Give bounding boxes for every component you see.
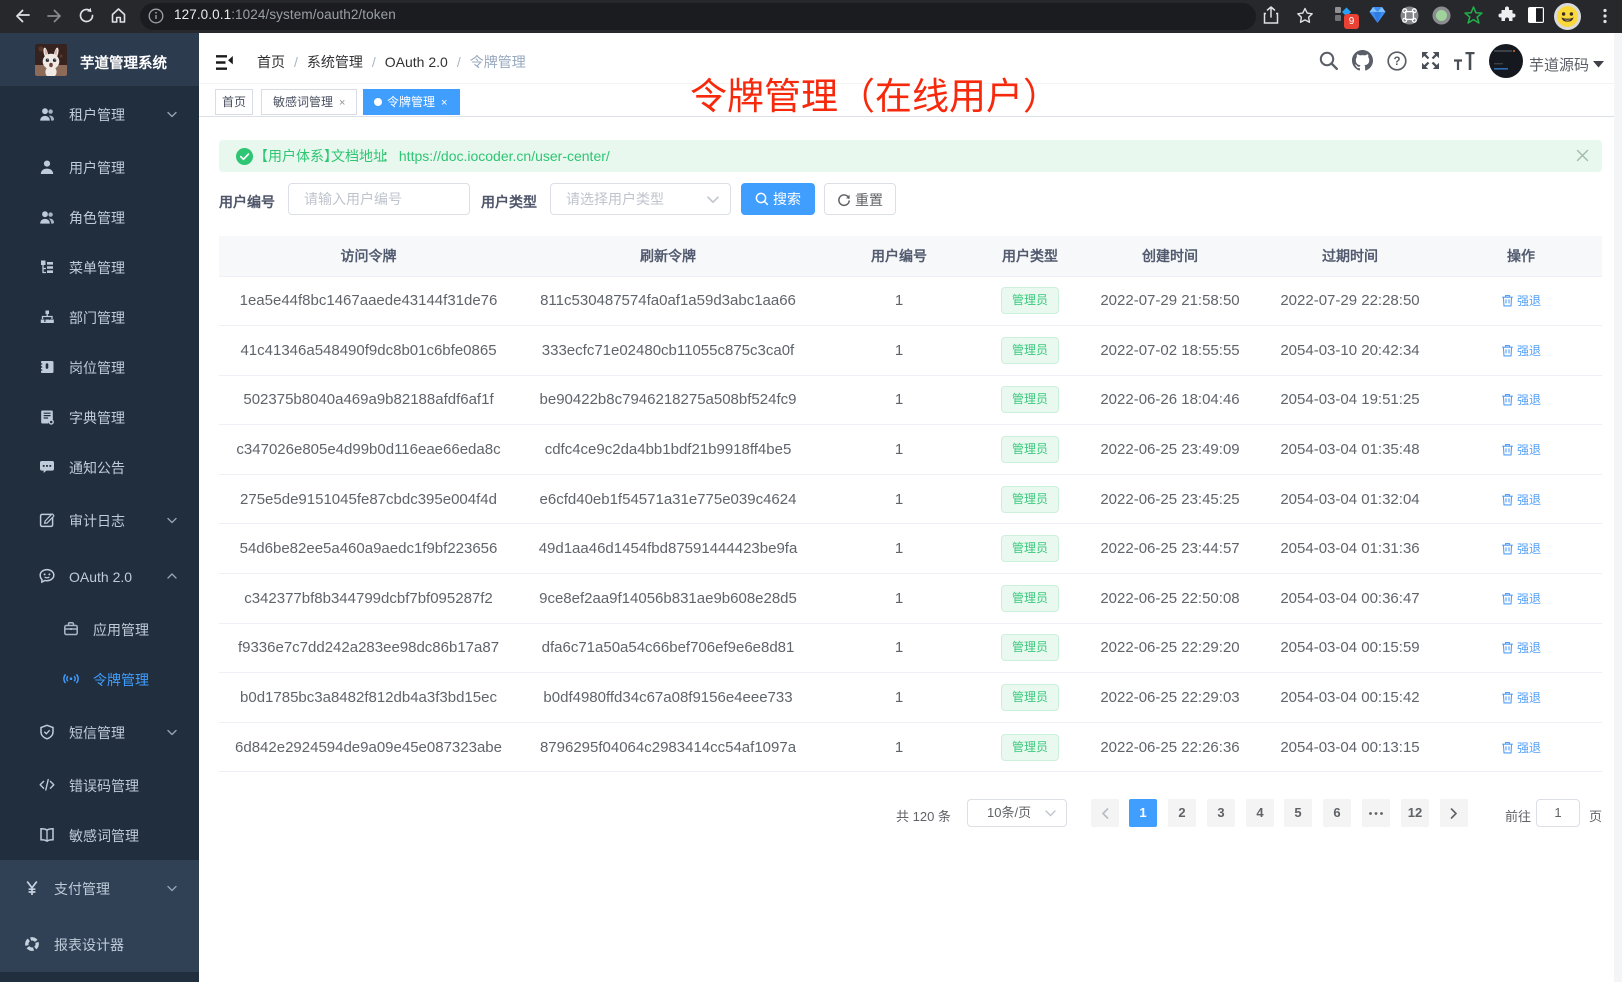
svg-text:?: ? — [1393, 56, 1400, 68]
